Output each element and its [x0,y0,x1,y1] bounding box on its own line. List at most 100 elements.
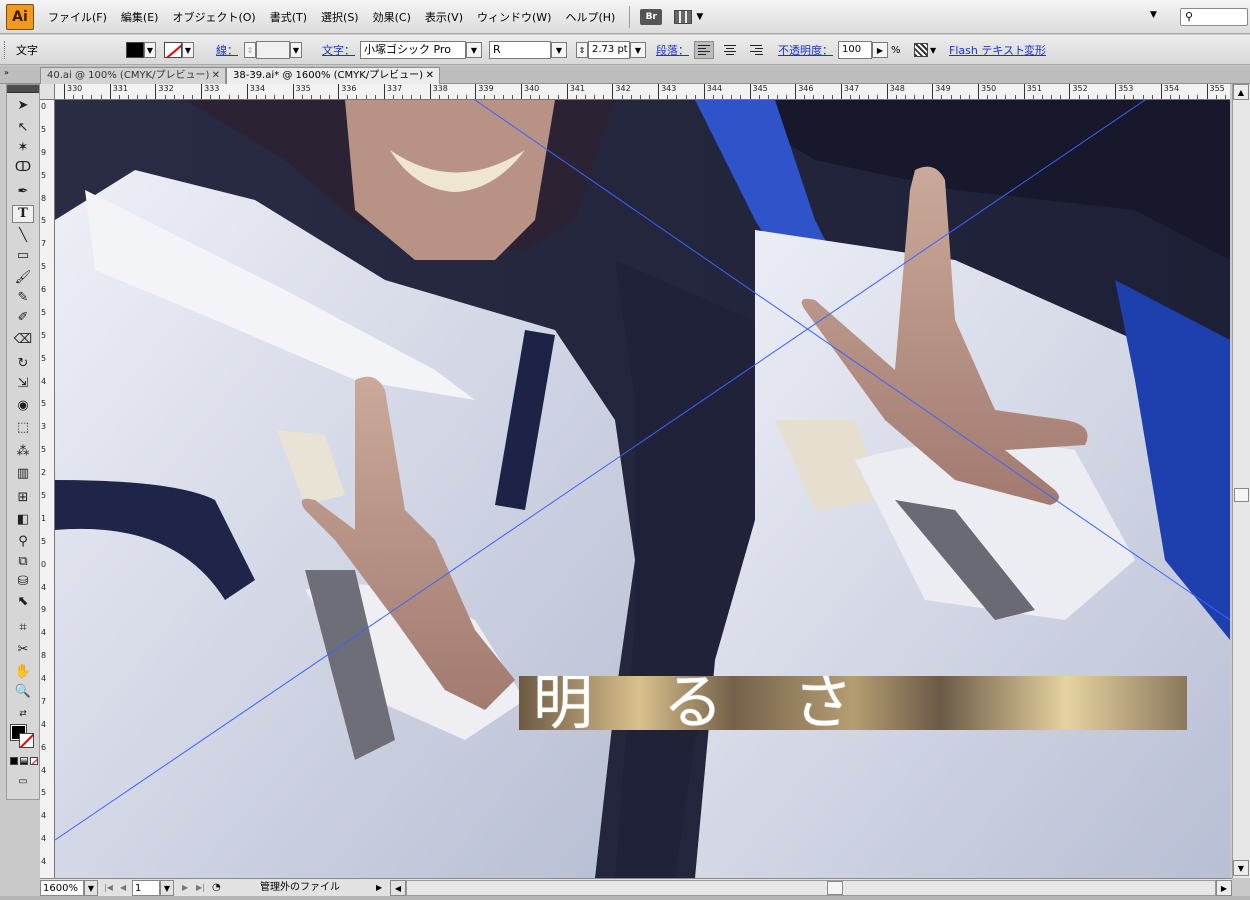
search-input[interactable]: ⚲ [1180,8,1248,26]
scroll-down-icon[interactable]: ▼ [1233,860,1249,876]
direct-selection-tool-icon[interactable]: ↖ [12,119,34,137]
stroke-weight-stepper-icon[interactable]: ⇕ [244,42,256,58]
tab-document-40[interactable]: 40.ai @ 100% (CMYK/プレビュー) ✕ [40,67,226,84]
font-family-field[interactable]: 小塚ゴシック Pro [360,41,466,59]
artboard-dropdown-icon[interactable]: ▼ [160,880,174,896]
first-artboard-icon[interactable]: |◀ [104,880,113,896]
previous-artboard-icon[interactable]: ◀ [120,880,126,896]
font-style-dropdown-icon[interactable]: ▼ [551,42,567,58]
live-paint-selection-tool-icon[interactable]: ⬉ [12,593,34,611]
font-style-control[interactable]: R ▼ [489,41,567,59]
close-icon[interactable]: ✕ [212,68,220,84]
zoom-tool-icon[interactable]: 🔍 [12,683,34,701]
stroke-weight-field[interactable] [256,41,290,59]
ruler-origin[interactable] [40,84,55,100]
fill-stroke-indicator[interactable] [10,724,35,749]
symbol-sprayer-tool-icon[interactable]: ⁂ [12,443,34,461]
last-artboard-icon[interactable]: ▶| [196,880,205,896]
type-tool-icon[interactable]: T [12,205,34,223]
font-style-field[interactable]: R [489,41,551,59]
blob-brush-tool-icon[interactable]: ✐ [12,309,34,327]
horizontal-scrollbar[interactable] [406,880,1216,896]
tab-document-38-39[interactable]: 38-39.ai* @ 1600% (CMYK/プレビュー) ✕ [226,67,440,84]
none-mode-icon[interactable] [30,757,38,765]
lasso-tool-icon[interactable]: ↀ [12,159,34,177]
opacity-arrow-icon[interactable]: ▶ [872,42,888,58]
scale-tool-icon[interactable]: ⇲ [12,375,34,393]
tools-panel-header[interactable] [7,85,39,93]
mesh-tool-icon[interactable]: ⊞ [12,489,34,507]
align-right-icon[interactable] [746,41,766,59]
magic-wand-tool-icon[interactable]: ✶ [12,139,34,157]
font-size-field[interactable]: 2.73 pt [588,41,630,59]
vertical-scrollbar[interactable]: ▲ ▼ [1232,84,1250,878]
font-family-control[interactable]: 小塚ゴシック Pro ▼ [360,41,482,59]
blend-tool-icon[interactable]: ⧉ [12,553,34,571]
zoom-field[interactable]: 1600% [40,880,84,896]
menu-window[interactable]: ウィンドウ(W) [477,9,551,25]
banner-text[interactable]: 明るさ [519,676,923,730]
gradient-tool-icon[interactable]: ◧ [12,511,34,529]
menu-object[interactable]: オブジェクト(O) [172,9,255,25]
menu-view[interactable]: 表示(V) [425,9,463,25]
eyedropper-tool-icon[interactable]: ⚲ [12,533,34,551]
paintbrush-tool-icon[interactable]: 🖌 [12,269,34,287]
line-tool-icon[interactable]: ╲ [12,227,34,245]
font-size-dropdown-icon[interactable]: ▼ [630,42,646,58]
stroke-weight-control[interactable]: ⇕ ▼ [244,41,302,59]
menu-effect[interactable]: 効果(C) [373,9,411,25]
bridge-button[interactable]: Br [640,8,663,25]
rectangle-tool-icon[interactable]: ▭ [12,247,34,265]
panel-collapse-icon[interactable]: » [4,68,9,77]
vertical-scroll-thumb[interactable] [1234,488,1249,502]
selection-tool-icon[interactable]: ➤ [12,97,34,115]
align-left-icon[interactable] [694,41,714,59]
default-colors-swap-icon[interactable]: ⇄ [12,705,34,723]
screen-mode-icon[interactable]: ▭ [12,773,34,791]
workspace-dropdown-icon[interactable]: ▼ [1150,10,1157,20]
arrange-dropdown-icon[interactable]: ▼ [696,12,703,22]
eraser-tool-icon[interactable]: ⌫ [12,331,34,349]
transparency-grid-icon[interactable] [914,43,928,57]
next-artboard-icon[interactable]: ▶ [182,880,188,896]
scroll-left-icon[interactable]: ◀ [390,880,406,896]
close-icon[interactable]: ✕ [426,68,434,84]
version-cue-icon[interactable]: ◔ [212,880,221,896]
vertical-ruler[interactable]: 0 5 9 5 8 5 7 5 6 5 5 5 4 5 3 5 2 5 1 5 0 4 9 4 8 4 7 4 6 4 5 4 4 4 [40,100,55,878]
artboard-tool-icon[interactable]: ⌗ [12,619,34,637]
menu-edit[interactable]: 編集(E) [121,9,159,25]
pencil-tool-icon[interactable]: ✎ [12,289,34,307]
pen-tool-icon[interactable]: ✒ [12,183,34,201]
scroll-up-icon[interactable]: ▲ [1233,84,1249,100]
recolor-dropdown-icon[interactable]: ▼ [930,46,936,55]
warp-tool-icon[interactable]: ◉ [12,397,34,415]
fill-color-control[interactable]: ▼ [126,41,156,59]
menu-type[interactable]: 書式(T) [270,9,307,25]
rotate-tool-icon[interactable]: ↻ [12,355,34,373]
stroke-color-control[interactable]: ▼ [164,41,194,59]
fill-dropdown-icon[interactable]: ▼ [144,42,156,58]
opacity-field[interactable]: 100 [838,41,872,59]
live-paint-bucket-tool-icon[interactable]: ⛁ [12,573,34,591]
stroke-indicator-none-icon[interactable] [19,733,34,748]
font-size-stepper-icon[interactable]: ⇕ [576,42,588,58]
status-menu-icon[interactable]: ▶ [376,880,382,896]
scroll-right-icon[interactable]: ▶ [1216,880,1232,896]
menu-file[interactable]: ファイル(F) [48,9,107,25]
artboard-number-field[interactable]: 1 [132,880,160,896]
menu-select[interactable]: 選択(S) [321,9,359,25]
stroke-weight-dropdown-icon[interactable]: ▼ [290,42,302,58]
horizontal-scroll-thumb[interactable] [827,881,843,895]
zoom-dropdown-icon[interactable]: ▼ [84,880,98,896]
recolor-control[interactable]: ▼ [914,41,936,59]
hand-tool-icon[interactable]: ✋ [12,663,34,681]
menu-help[interactable]: ヘルプ(H) [565,9,615,25]
column-graph-tool-icon[interactable]: ▥ [12,465,34,483]
arrange-documents-icon[interactable] [674,9,693,24]
font-size-control[interactable]: ⇕ 2.73 pt ▼ [576,41,646,59]
artboard-canvas[interactable]: 明るさ [55,100,1230,878]
fill-swatch[interactable] [126,42,144,58]
horizontal-ruler[interactable]: 330 331 332 333 334 335 336 337 338 339 340 341 342 3… [55,84,1230,100]
opacity-control[interactable]: 100 ▶ % [838,41,901,59]
slice-tool-icon[interactable]: ✂ [12,641,34,659]
